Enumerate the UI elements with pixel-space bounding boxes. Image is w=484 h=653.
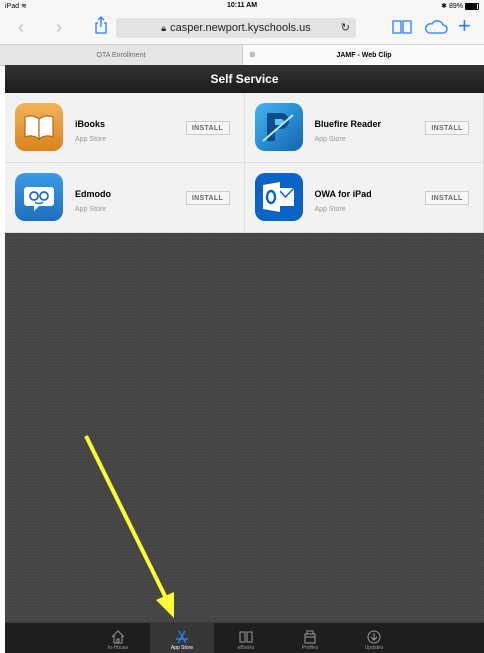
tabbar-label: Updates [365,645,384,651]
bottom-tab-bar: In-House App Store eBooks Profiles Updat… [5,622,484,653]
icloud-tabs-icon[interactable] [424,20,448,39]
bookmarks-icon[interactable] [392,20,412,39]
forward-icon[interactable]: › [56,18,62,36]
tabbar-label: Profiles [302,645,319,651]
app-source: App Store [75,136,106,143]
profiles-icon [302,630,318,644]
share-icon[interactable] [94,16,108,39]
house-icon [110,630,126,644]
app-name: Edmodo [75,189,111,199]
battery-indicator: ✱ 89% [441,2,479,10]
ibooks-icon [15,103,63,151]
app-store-icon [174,630,190,644]
tab-label: JAMF - Web Clip [336,52,391,59]
books-icon [238,630,254,644]
status-time: 10:11 AM [0,2,484,9]
app-grid: iBooks App Store INSTALL Bluefire Reader… [5,93,484,233]
install-button-edmodo[interactable]: INSTALL [186,191,230,205]
bluetooth-icon: ✱ [441,2,447,10]
app-source: App Store [75,206,106,213]
tabbar-item-in-house[interactable]: In-House [86,623,150,653]
reload-icon[interactable]: ↻ [341,21,350,34]
app-name: OWA for iPad [315,189,372,199]
tabbar-label: App Store [171,645,193,651]
tabbar-item-updates[interactable]: Updates [342,623,406,653]
bluefire-reader-icon [255,103,303,151]
browser-toolbar: ‹ › 🔒︎ casper.newport.kyschools.us ↻ + [0,12,484,44]
app-card-owa-for-ipad[interactable]: OWA for iPad App Store INSTALL [245,163,484,233]
app-card-edmodo[interactable]: Edmodo App Store INSTALL [5,163,245,233]
app-name: iBooks [75,119,105,129]
app-source: App Store [315,206,346,213]
install-button-owa-for-ipad[interactable]: INSTALL [425,191,469,205]
owa-icon [255,173,303,221]
install-button-ibooks[interactable]: INSTALL [186,121,230,135]
lock-icon: 🔒︎ [161,23,166,34]
tabbar-item-ebooks[interactable]: eBooks [214,623,278,653]
updates-icon [366,630,382,644]
tabbar-item-app-store[interactable]: App Store [150,623,214,653]
app-name: Bluefire Reader [315,119,382,129]
tab-jamf-web-clip[interactable]: ⊗ JAMF - Web Clip [242,45,484,65]
tab-label: OTA Enrollment [97,52,146,59]
battery-icon [465,3,479,10]
address-bar[interactable]: 🔒︎ casper.newport.kyschools.us ↻ [116,18,356,38]
app-source: App Store [315,136,346,143]
tab-strip: OTA Enrollment ⊗ JAMF - Web Clip [0,44,484,66]
new-tab-icon[interactable]: + [458,13,471,39]
page-title: Self Service [5,65,484,93]
app-card-ibooks[interactable]: iBooks App Store INSTALL [5,93,245,163]
back-icon[interactable]: ‹ [18,18,24,36]
app-card-bluefire-reader[interactable]: Bluefire Reader App Store INSTALL [245,93,484,163]
install-button-bluefire-reader[interactable]: INSTALL [425,121,469,135]
status-bar: iPad ≋ 10:11 AM ✱ 89% [0,0,484,12]
tabbar-item-profiles[interactable]: Profiles [278,623,342,653]
app-list-area: iBooks App Store INSTALL Bluefire Reader… [5,93,484,622]
tabbar-label: eBooks [238,645,255,651]
tabbar-label: In-House [108,645,128,651]
tab-ota-enrollment[interactable]: OTA Enrollment [0,45,242,65]
url-text: casper.newport.kyschools.us [170,22,311,34]
edmodo-icon [15,173,63,221]
battery-percent: 89% [449,3,463,10]
close-tab-icon[interactable]: ⊗ [249,50,256,59]
